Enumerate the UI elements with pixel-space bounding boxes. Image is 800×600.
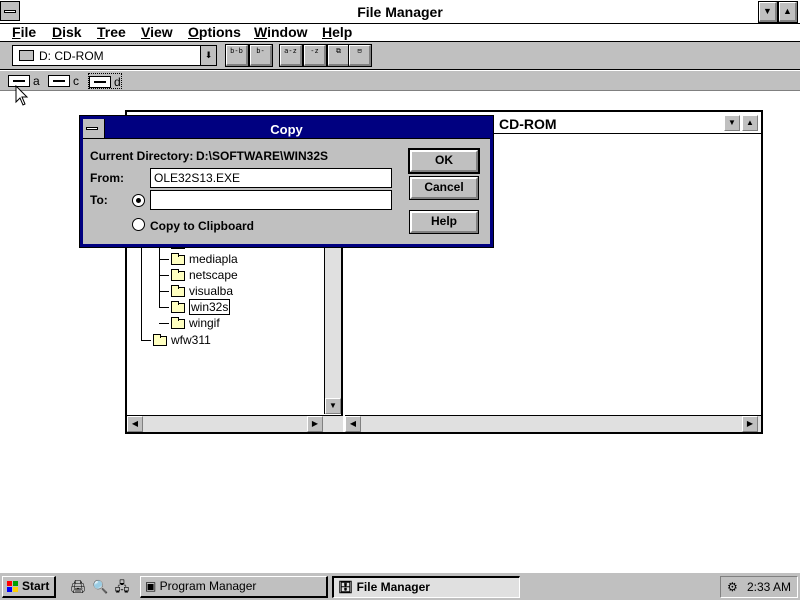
open-folder-icon <box>171 300 185 313</box>
mouse-pointer-icon <box>15 85 29 106</box>
printer-icon[interactable]: 🖨 <box>70 579 87 595</box>
dialog-caption: Copy <box>83 119 490 139</box>
to-field[interactable] <box>150 190 392 210</box>
menu-tree[interactable]: Tree <box>97 24 126 41</box>
scroll-left-icon[interactable]: ◀ <box>345 416 361 432</box>
disconnect-drive-button[interactable]: b- <box>249 44 273 67</box>
drive-selector[interactable]: D: CD-ROM ⬇ <box>12 45 217 66</box>
menu-options[interactable]: Options <box>188 24 241 41</box>
menu-window[interactable]: Window <box>254 24 308 41</box>
file-manager-icon: 🗄 <box>338 580 357 594</box>
scroll-down-icon[interactable]: ▼ <box>325 398 341 414</box>
program-manager-icon: ▣ <box>145 579 160 593</box>
search-icon[interactable]: 🔍 <box>92 579 108 595</box>
drive-bar: a c d <box>0 71 800 91</box>
tree-folder[interactable]: netscape <box>171 268 238 282</box>
directory-window-title: CD-ROM <box>499 116 557 132</box>
copy-to-clipboard-label: Copy to Clipboard <box>150 219 254 233</box>
tree-horizontal-scrollbar[interactable]: ◀ ▶ <box>127 415 343 432</box>
menu-file[interactable]: File <box>12 24 36 41</box>
connect-drive-button[interactable]: b-b <box>225 44 249 67</box>
from-field[interactable] <box>150 168 392 188</box>
drive-letter: c <box>73 73 79 88</box>
to-label: To: <box>90 193 108 207</box>
hard-drive-icon <box>48 74 70 87</box>
folder-icon <box>153 333 167 346</box>
window-title: File Manager <box>357 4 443 20</box>
current-directory-label: Current Directory: <box>90 149 194 163</box>
scroll-right-icon[interactable]: ▶ <box>307 416 323 432</box>
sort-by-name-button[interactable]: a-z <box>279 44 303 67</box>
maximize-button[interactable]: ▲ <box>778 1 798 23</box>
drive-letter: d <box>114 74 121 89</box>
scroll-right-icon[interactable]: ▶ <box>742 416 758 432</box>
menu-help[interactable]: Help <box>322 24 352 41</box>
minimize-button[interactable]: ▼ <box>758 1 778 23</box>
drive-letter: a <box>33 73 40 88</box>
file-horizontal-scrollbar[interactable]: ◀ ▶ <box>345 415 761 432</box>
from-label: From: <box>90 171 124 185</box>
dropdown-arrow-icon[interactable]: ⬇ <box>200 46 216 65</box>
cancel-button[interactable]: Cancel <box>409 176 479 200</box>
start-label: Start <box>22 579 50 593</box>
start-button[interactable]: Start <box>2 576 56 598</box>
taskbar: Start 🖨 🔍 🖧 ▣ Program Manager 🗄 File Man… <box>0 572 800 600</box>
current-directory-value: D:\SOFTWARE\WIN32S <box>196 149 329 163</box>
mdi-maximize-button[interactable]: ▲ <box>742 115 758 131</box>
copy-to-clipboard-radio[interactable] <box>132 218 145 231</box>
menu-disk[interactable]: Disk <box>52 24 82 41</box>
tree-folder[interactable]: wfw311 <box>153 333 211 347</box>
help-button[interactable]: Help <box>409 210 479 234</box>
toolbar: D: CD-ROM ⬇ b-b b- a-z -z ⧉ ⊟ <box>0 42 800 70</box>
mdi-minimize-button[interactable]: ▼ <box>724 115 740 131</box>
drive-selector-value: D: CD-ROM <box>39 49 104 63</box>
menu-bar: File Disk Tree View Options Window Help <box>0 24 800 42</box>
network-icon[interactable]: 🖧 <box>114 579 130 595</box>
windows-logo-icon <box>7 581 19 593</box>
cdrom-drive-icon <box>89 75 111 88</box>
tree-folder-selected[interactable]: win32s <box>171 299 231 315</box>
dialog-title: Copy <box>270 122 303 137</box>
clock[interactable]: 2:33 AM <box>747 580 791 594</box>
task-program-manager[interactable]: ▣ Program Manager <box>140 576 328 598</box>
tree-folder[interactable]: wingif <box>171 316 220 330</box>
task-file-manager[interactable]: 🗄 File Manager <box>332 576 520 598</box>
scroll-left-icon[interactable]: ◀ <box>127 416 143 432</box>
system-tray: ⚙ 2:33 AM <box>720 576 798 598</box>
new-window-button[interactable]: ⧉ <box>327 44 351 67</box>
to-radio[interactable] <box>132 194 145 207</box>
copy-dialog: Copy Current Directory: D:\SOFTWARE\WIN3… <box>79 115 494 248</box>
drive-d[interactable]: d <box>88 73 122 89</box>
tree-folder[interactable]: visualba <box>171 284 233 298</box>
cdrom-drive-icon <box>19 50 34 61</box>
ok-button[interactable]: OK <box>408 148 480 174</box>
folder-icon <box>171 268 185 281</box>
menu-view[interactable]: View <box>141 24 173 41</box>
speaker-icon[interactable]: ⚙ <box>727 577 738 597</box>
drive-c[interactable]: c <box>48 73 79 89</box>
folder-icon <box>171 252 185 265</box>
tree-folder[interactable]: mediapla <box>171 252 238 266</box>
properties-button[interactable]: ⊟ <box>348 44 372 67</box>
title-bar: File Manager ▼ ▲ <box>0 0 800 24</box>
folder-icon <box>171 316 185 329</box>
folder-icon <box>171 284 185 297</box>
sort-by-type-button[interactable]: -z <box>303 44 327 67</box>
